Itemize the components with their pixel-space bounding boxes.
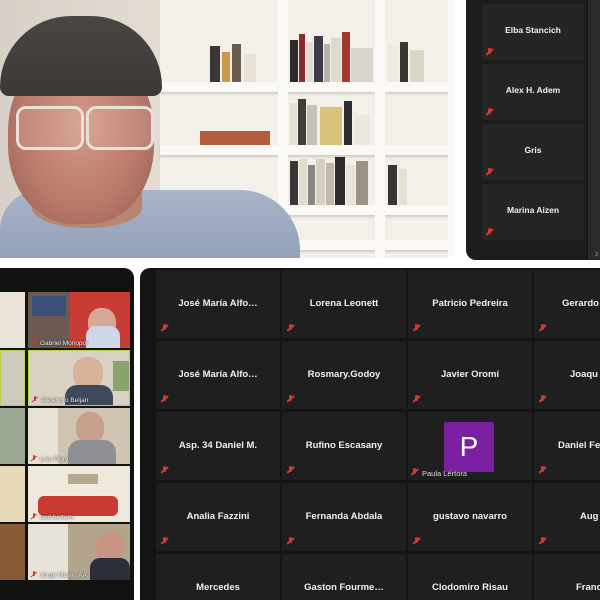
mic-muted-icon	[161, 537, 168, 545]
participant-tile[interactable]: Clodomiro Risau	[408, 554, 532, 600]
participant-tile[interactable]: Analia Fazzini	[156, 483, 280, 551]
mic-muted-icon	[486, 168, 493, 176]
participant-video-tile[interactable]: Alejandro Beljan	[28, 350, 130, 406]
mic-muted-icon	[413, 395, 420, 403]
participant-name: Alejandro Beljan	[41, 397, 89, 404]
participant-name: Asp. 34 Daniel M.	[178, 440, 258, 451]
participant-name: Javier Oromí	[440, 369, 500, 380]
participant-name: Elba Stancich	[505, 25, 561, 35]
active-speaker-video[interactable]	[0, 0, 455, 258]
participant-tile[interactable]: José María Alfo…	[156, 270, 280, 338]
mic-muted-icon	[287, 537, 294, 545]
participant-name: José María Alfo…	[178, 369, 258, 380]
avatar: P	[444, 422, 494, 472]
mic-muted-icon	[411, 468, 418, 476]
participant-tile[interactable]: Javier Oromí	[408, 341, 532, 409]
mic-muted-icon	[486, 228, 493, 236]
participant-name: gustavo navarro	[433, 511, 507, 522]
participant-tile[interactable]: Lorena Leonett	[282, 270, 406, 338]
participant-name: Luis Flory	[40, 456, 69, 463]
participant-name: raul bertero	[40, 514, 74, 521]
participant-name: Joaqu	[570, 369, 598, 380]
mic-muted-icon	[539, 395, 546, 403]
mic-muted-icon	[287, 395, 294, 403]
participant-name: Rufino Escasany	[305, 440, 383, 451]
participant-name: José María Alfo…	[178, 298, 258, 309]
mic-muted-icon	[31, 571, 37, 578]
participant-tile[interactable]: gustavo navarro	[408, 483, 532, 551]
mic-muted-icon	[161, 466, 168, 474]
mic-muted-icon	[413, 324, 420, 332]
mic-muted-icon	[413, 537, 420, 545]
participant-name: Marina Aizen	[506, 205, 560, 215]
participant-tile[interactable]: José María Alfo…	[156, 341, 280, 409]
mic-muted-icon	[539, 537, 546, 545]
mic-muted-icon	[287, 466, 294, 474]
participant-tile[interactable]: Asp. 34 Daniel M.	[156, 412, 280, 480]
mic-muted-icon	[31, 455, 37, 462]
participant-tile[interactable]: Marina Aizen	[482, 184, 584, 240]
mic-muted-icon	[539, 466, 546, 474]
participant-name: Jorge Maslin AA	[40, 572, 87, 579]
participant-video-tile[interactable]: raul bertero	[28, 466, 130, 522]
participant-tile[interactable]: Gaston Fourme…	[282, 554, 406, 600]
participant-tile-avatar[interactable]: P Paula Lértora	[408, 412, 532, 480]
participant-tile[interactable]: Fernanda Abdala	[282, 483, 406, 551]
mic-muted-icon	[161, 395, 168, 403]
mic-muted-icon	[31, 339, 37, 346]
mic-muted-icon	[161, 324, 168, 332]
participant-tile[interactable]: Rosmary.Godoy	[282, 341, 406, 409]
side-participant-list: Elba Stancich Alex H. Adem Gris Marina A…	[466, 0, 600, 260]
participant-name: Gaston Fourme…	[304, 582, 384, 593]
participant-name: Gris	[524, 145, 542, 155]
participant-tile[interactable]: Elba Stancich	[482, 4, 584, 60]
participant-tile[interactable]: Patricio Pedreira	[408, 270, 532, 338]
participant-tile[interactable]: Mercedes	[156, 554, 280, 600]
participant-video-tile[interactable]: Gabriel Monopol	[28, 292, 130, 348]
participant-name: Gerardo	[562, 298, 599, 309]
mic-muted-icon	[31, 513, 37, 520]
participant-name: Analia Fazzini	[186, 511, 250, 522]
participant-name: Rosmary.Godoy	[307, 369, 381, 380]
mic-muted-icon	[32, 396, 38, 403]
participant-tile[interactable]: Joaqu	[534, 341, 600, 409]
corner-text: 2	[595, 252, 598, 258]
participant-name: Clodomiro Risau	[431, 582, 508, 593]
participant-name: Fernanda Abdala	[305, 511, 383, 522]
participant-tile[interactable]: Daniel Fe	[534, 412, 600, 480]
participant-tile[interactable]: Franc	[534, 554, 600, 600]
video-gallery: Gabriel Monopol Alejandro Beljan Luis Fl…	[0, 268, 134, 600]
participant-name: Patricio Pedreira	[432, 298, 508, 309]
mic-muted-icon	[287, 324, 294, 332]
participant-tile[interactable]: Alex H. Adem	[482, 64, 584, 120]
mic-muted-icon	[486, 108, 493, 116]
participant-video-tile[interactable]: Jorge Maslin AA	[28, 524, 130, 580]
participant-name: Alex H. Adem	[505, 85, 561, 95]
participant-name: Franc	[576, 582, 600, 593]
participant-video-tile[interactable]: Luis Flory	[28, 408, 130, 464]
participant-tile[interactable]: Gerardo	[534, 270, 600, 338]
participant-name: Lorena Leonett	[309, 298, 379, 309]
participant-name: Aug	[580, 511, 599, 522]
participant-tile[interactable]: Rufino Escasany	[282, 412, 406, 480]
participant-name: Paula Lértora	[422, 469, 468, 478]
mic-muted-icon	[539, 324, 546, 332]
participant-grid: José María Alfo… Lorena Leonett Patricio…	[140, 268, 600, 600]
speaker-person	[0, 8, 162, 248]
participant-tile[interactable]: Gris	[482, 124, 584, 180]
scroll-edge[interactable]	[588, 0, 600, 260]
participant-tile[interactable]: Aug	[534, 483, 600, 551]
participant-name: Daniel Fe	[558, 440, 600, 451]
participant-name: Mercedes	[196, 582, 240, 593]
participant-name: Gabriel Monopol	[40, 340, 88, 347]
mic-muted-icon	[486, 48, 493, 56]
